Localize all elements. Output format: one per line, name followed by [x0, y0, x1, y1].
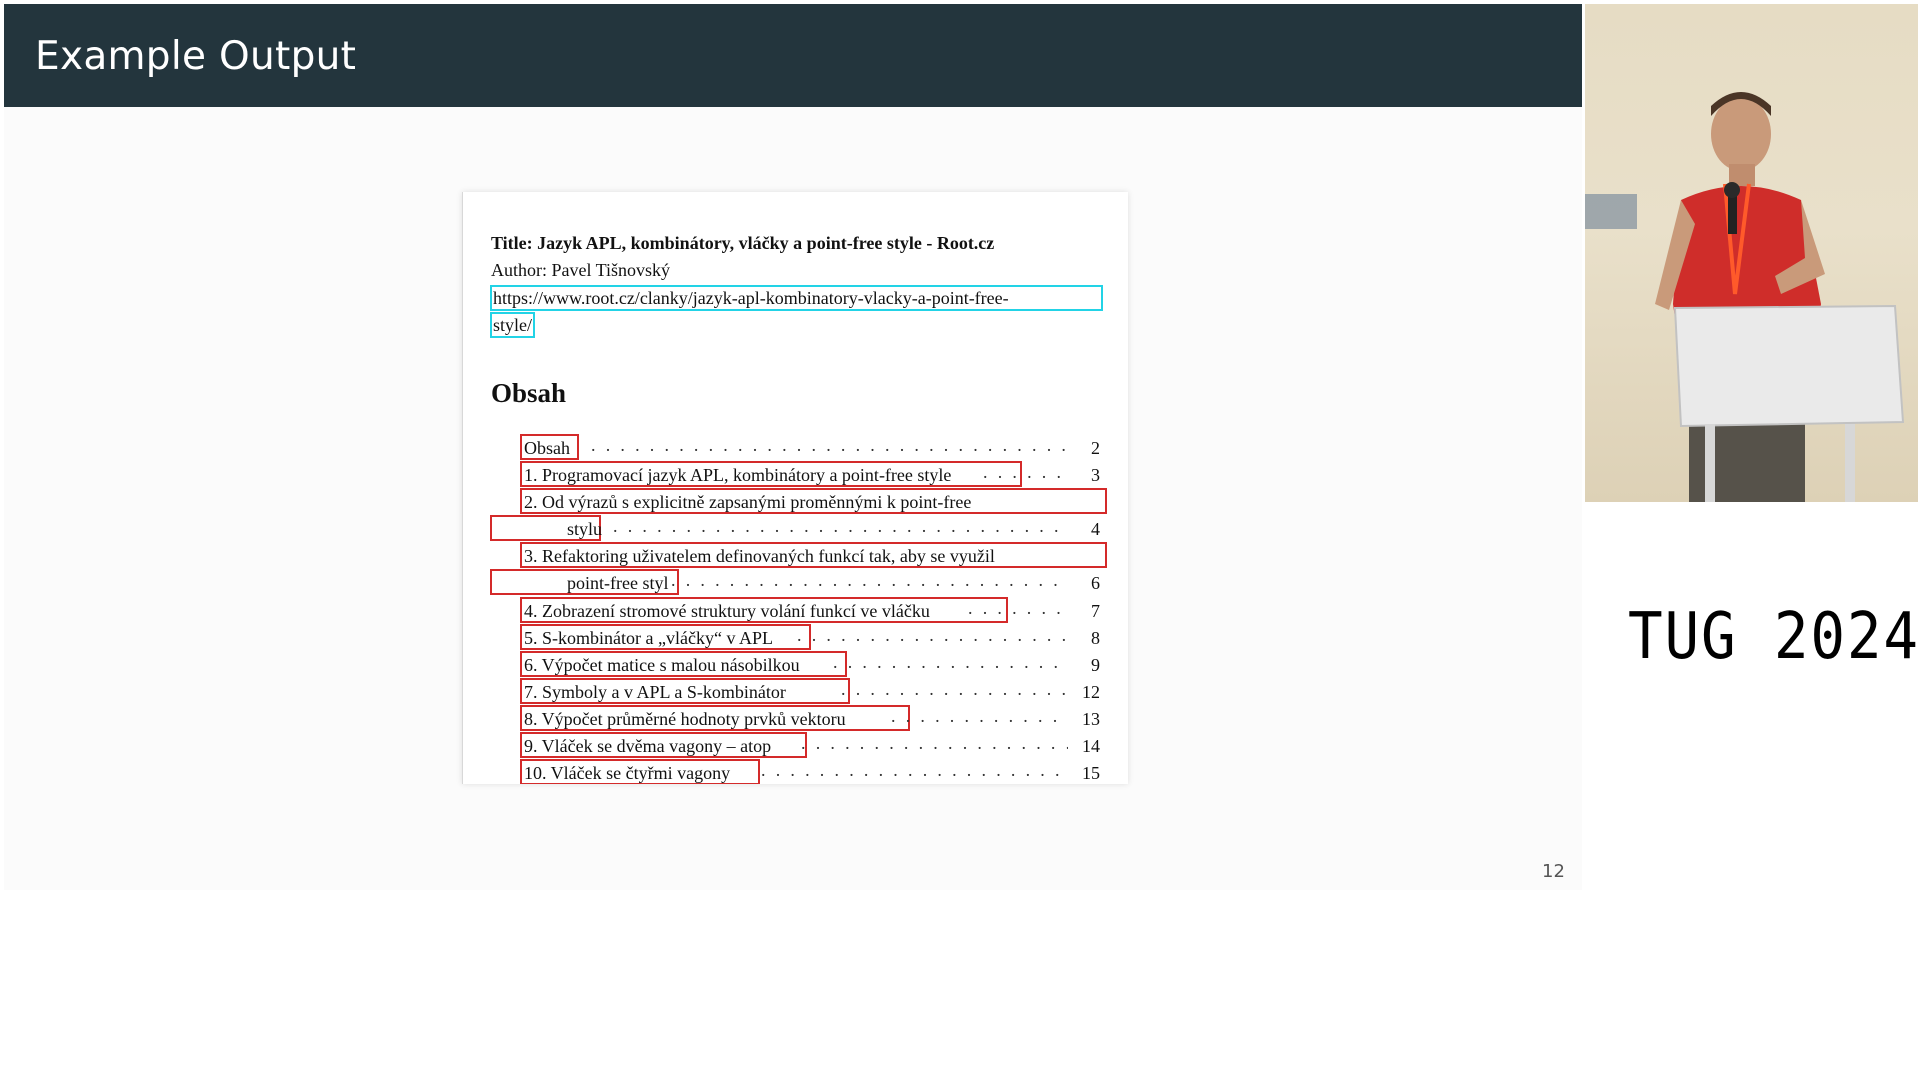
toc-leader-dots: ........................................…: [591, 435, 1068, 455]
toc-leader-dots: ........................................…: [613, 516, 1068, 536]
toc-leader-dots: ........................................…: [761, 760, 1068, 780]
toc-entry-text: stylu: [567, 519, 603, 539]
toc-page-number: 6: [1091, 573, 1100, 593]
slide-title: Example Output: [35, 34, 357, 79]
toc-page-number: 14: [1082, 736, 1100, 756]
presentation-slide: Example Output Title: Jazyk APL, kombiná…: [4, 4, 1582, 890]
document-url-link[interactable]: https://www.root.cz/clanky/jazyk-apl-kom…: [490, 285, 1103, 311]
toc-page-number: 3: [1091, 465, 1100, 485]
toc-page-number: 13: [1082, 709, 1100, 729]
event-logo: TUG 2024: [1628, 600, 1920, 674]
document-title: Title: Jazyk APL, kombinátory, vláčky a …: [491, 233, 995, 253]
speaker-video-feed: [1585, 4, 1918, 502]
toc-entry[interactable]: stylu...................................…: [463, 515, 1128, 543]
document-author: Author: Pavel Tišnovský: [491, 260, 671, 280]
toc-leader-dots: ........................................…: [841, 679, 1068, 699]
toc-entry-text: 9. Vláček se dvěma vagony – atop: [524, 736, 772, 756]
toc-leader-dots: ........................................…: [833, 652, 1068, 672]
document-url-link-continued[interactable]: style/: [490, 312, 535, 338]
toc-entry-text: 7. Symboly a v APL a S-kombinátor: [524, 682, 786, 702]
toc-page-number: 8: [1091, 628, 1100, 648]
toc-entry-text: 3. Refaktoring uživatelem definovaných f…: [524, 546, 995, 566]
toc-entry[interactable]: point-free styl.........................…: [463, 569, 1128, 597]
toc-leader-dots: ........................................…: [801, 733, 1068, 753]
toc-entry-text: point-free styl: [567, 573, 669, 593]
toc-entry-text: 5. S-kombinátor a „vláčky“ v APL: [524, 628, 773, 648]
toc-entry-text: Obsah: [524, 438, 570, 458]
toc-entry-text: 10. Vláček se čtyřmi vagony: [524, 763, 731, 783]
toc-entry[interactable]: 10. Vláček se čtyřmi vagony.............…: [463, 759, 1128, 784]
toc-leader-dots: ........................................…: [797, 625, 1068, 645]
slide-header: Example Output: [4, 4, 1582, 107]
toc-page-number: 15: [1082, 763, 1100, 783]
document-preview: Title: Jazyk APL, kombinátory, vláčky a …: [462, 192, 1128, 784]
toc-heading: Obsah: [491, 378, 567, 408]
toc-entry-text: 6. Výpočet matice s malou násobilkou: [524, 655, 800, 675]
toc-page-number: 4: [1091, 519, 1100, 539]
toc-entry-text: 2. Od výrazů s explicitně zapsanými prom…: [524, 492, 972, 512]
toc-leader-dots: ........................................…: [671, 570, 1068, 590]
toc-leader-dots: ........................................…: [968, 598, 1068, 618]
slide-number: 12: [1542, 861, 1565, 882]
toc-leader-dots: ........................................…: [891, 706, 1068, 726]
toc-page-number: 2: [1091, 438, 1100, 458]
toc-page-number: 12: [1082, 682, 1100, 702]
toc-entry-text: 4. Zobrazení stromové struktury volání f…: [524, 601, 930, 621]
toc-page-number: 9: [1091, 655, 1100, 675]
toc-leader-dots: ........................................…: [983, 462, 1068, 482]
toc-entry-text: 8. Výpočet průměrné hodnoty prvků vektor…: [524, 709, 846, 729]
toc-entry-text: 1. Programovací jazyk APL, kombinátory a…: [524, 465, 952, 485]
toc-page-number: 7: [1091, 601, 1100, 621]
toc-entry[interactable]: 1. Programovací jazyk APL, kombinátory a…: [463, 461, 1128, 489]
speaker-image: [1585, 92, 1905, 502]
